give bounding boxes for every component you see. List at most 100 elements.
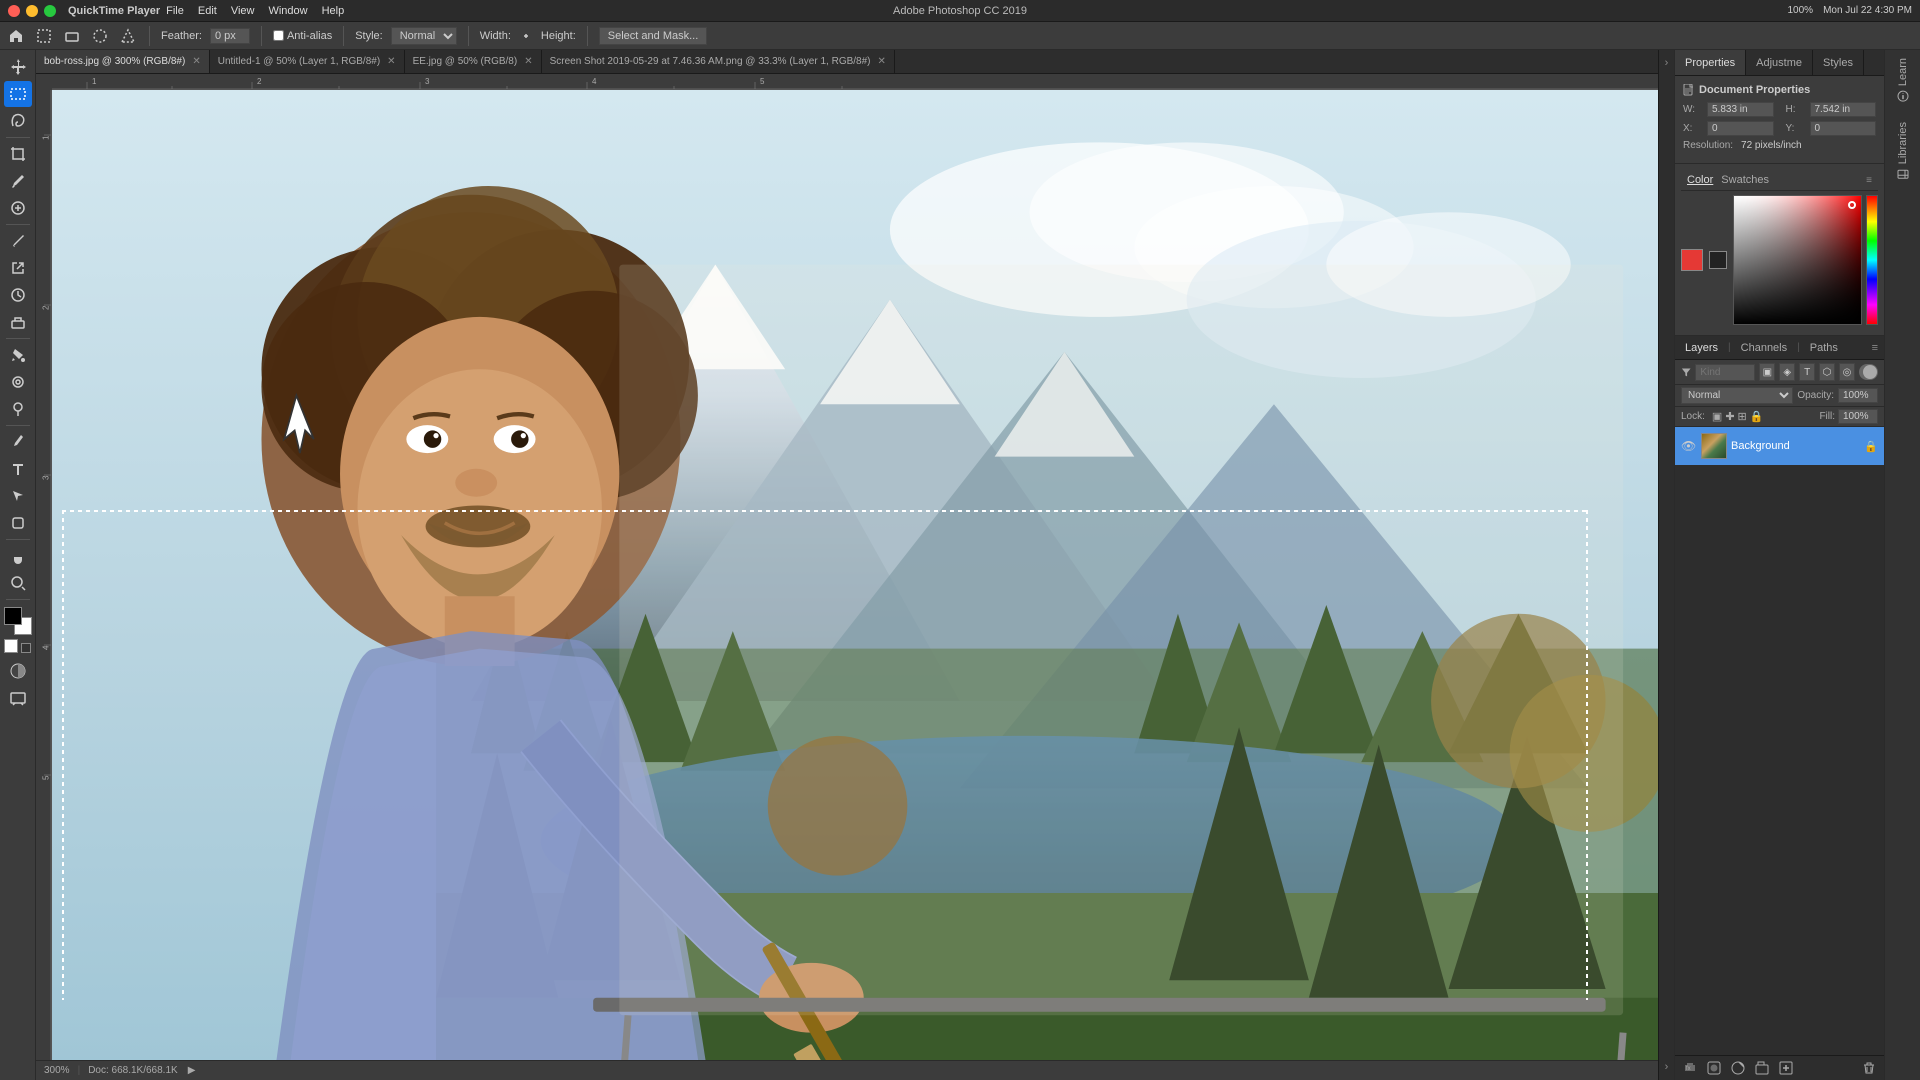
status-arrow[interactable]: ▶ (188, 1065, 196, 1076)
add-group-btn[interactable] (1753, 1059, 1771, 1077)
pixel-filter-btn[interactable]: ▣ (1759, 363, 1775, 381)
history-tool-btn[interactable] (4, 282, 32, 308)
new-layer-btn[interactable] (1777, 1059, 1795, 1077)
h-value[interactable]: 7.542 in (1810, 102, 1877, 117)
tab-close-0[interactable]: ✕ (192, 56, 200, 67)
color-panel-menu[interactable]: ≡ (1866, 175, 1872, 186)
marquee-options-icon[interactable] (34, 26, 54, 46)
screen-mode-btn[interactable] (4, 685, 32, 711)
menu-window[interactable]: Window (268, 5, 307, 17)
marquee-tool-btn[interactable] (4, 81, 32, 107)
tool-option2[interactable] (62, 26, 82, 46)
menu-file[interactable]: File (166, 5, 184, 17)
hand-tool-btn[interactable] (4, 543, 32, 569)
layers-search-input[interactable] (1695, 364, 1755, 381)
paths-tab[interactable]: Paths (1800, 336, 1848, 359)
menu-edit[interactable]: Edit (198, 5, 217, 17)
anti-alias-checkbox[interactable]: Anti-alias (273, 30, 332, 42)
crop-tool-btn[interactable] (4, 141, 32, 167)
blend-mode-select[interactable]: Normal (1681, 387, 1793, 404)
delete-layer-btn[interactable] (1860, 1059, 1878, 1077)
type-tool-btn[interactable] (4, 456, 32, 482)
zoom-tool-btn[interactable] (4, 570, 32, 596)
add-mask-btn[interactable] (1705, 1059, 1723, 1077)
layers-tab[interactable]: Layers (1675, 336, 1728, 359)
close-window-btn[interactable] (8, 5, 20, 17)
learn-panel-btn[interactable]: Learn (1897, 58, 1909, 102)
y-value[interactable]: 0 (1810, 121, 1877, 136)
lock-pixels-btn[interactable]: ▣ (1712, 410, 1722, 423)
libraries-panel-btn[interactable]: Libraries (1897, 122, 1909, 180)
w-value[interactable]: 5.833 in (1707, 102, 1774, 117)
tab-close-1[interactable]: ✕ (387, 56, 395, 67)
opacity-input[interactable] (1838, 388, 1878, 403)
layer-background[interactable]: 👁 Background 🔒 (1675, 427, 1884, 465)
battery-info: 100% (1787, 5, 1813, 16)
tab-untitled[interactable]: Untitled-1 @ 50% (Layer 1, RGB/8#) ✕ (210, 50, 405, 73)
blur-tool-btn[interactable] (4, 369, 32, 395)
paint-bucket-tool-btn[interactable] (4, 342, 32, 368)
color-gradient-picker[interactable] (1733, 195, 1862, 325)
tab-close-3[interactable]: ✕ (878, 56, 886, 67)
add-fx-btn[interactable]: fx (1681, 1059, 1699, 1077)
add-adjustment-btn[interactable] (1729, 1059, 1747, 1077)
styles-tab[interactable]: Styles (1813, 50, 1864, 75)
swatches-tab[interactable]: Swatches (1721, 174, 1769, 186)
shape-tool-btn[interactable] (4, 510, 32, 536)
lock-position-btn[interactable]: ✚ (1725, 410, 1734, 423)
canvas-image[interactable]: @keyframes march { to { background-posit… (52, 90, 1658, 1060)
filter-toggle[interactable] (1859, 364, 1878, 380)
path-select-btn[interactable] (4, 483, 32, 509)
brush-tool-btn[interactable] (4, 228, 32, 254)
layer-visibility-icon[interactable]: 👁 (1681, 439, 1697, 453)
collapse-properties-btn[interactable]: › (1659, 50, 1674, 76)
maximize-window-btn[interactable] (44, 5, 56, 17)
menu-help[interactable]: Help (322, 5, 345, 17)
smart-filter-btn[interactable]: ◎ (1839, 363, 1855, 381)
tab-bob-ross[interactable]: bob-ross.jpg @ 300% (RGB/8#) ✕ (36, 50, 210, 73)
collapse-layers-btn[interactable]: › (1659, 1054, 1674, 1080)
color-tab[interactable]: Color (1687, 174, 1713, 186)
fill-input[interactable] (1838, 409, 1878, 424)
adjust-filter-btn[interactable]: ◈ (1779, 363, 1795, 381)
menu-view[interactable]: View (231, 5, 255, 17)
adjustments-tab[interactable]: Adjustme (1746, 50, 1813, 75)
default-colors-btn[interactable] (4, 639, 18, 653)
type-filter-btn[interactable]: T (1799, 363, 1815, 381)
lock-all-btn[interactable]: 🔒 (1750, 410, 1764, 423)
channels-tab[interactable]: Channels (1731, 336, 1797, 359)
tool-option3[interactable] (90, 26, 110, 46)
quick-mask-btn[interactable] (4, 658, 32, 684)
tab-screenshot[interactable]: Screen Shot 2019-05-29 at 7.46.36 AM.png… (542, 50, 895, 73)
healing-tool-btn[interactable] (4, 195, 32, 221)
feather-value[interactable]: 0 px (210, 28, 250, 44)
x-value[interactable]: 0 (1707, 121, 1774, 136)
color-swatches[interactable] (4, 607, 32, 635)
move-tool-btn[interactable] (4, 54, 32, 80)
foreground-color-swatch[interactable] (4, 607, 22, 625)
pen-tool-btn[interactable] (4, 429, 32, 455)
layers-panel-menu[interactable]: ≡ (1866, 342, 1884, 354)
canvas-container[interactable]: 1 2 3 4 5 (36, 74, 1658, 1060)
minimize-window-btn[interactable] (26, 5, 38, 17)
tab-close-2[interactable]: ✕ (524, 56, 532, 67)
lock-artboards-btn[interactable]: ⊞ (1738, 410, 1747, 423)
dodge-tool-btn[interactable] (4, 396, 32, 422)
eyedropper-tool-btn[interactable] (4, 168, 32, 194)
color-spectrum[interactable] (1866, 195, 1878, 325)
style-select[interactable]: Normal (391, 27, 457, 45)
lasso-tool-btn[interactable] (4, 108, 32, 134)
right-collapse-panel: › › (1658, 50, 1674, 1080)
shape-filter-btn[interactable]: ⬡ (1819, 363, 1835, 381)
tab-label-0: bob-ross.jpg @ 300% (RGB/8#) (44, 56, 185, 67)
select-mask-btn[interactable]: Select and Mask... (599, 27, 708, 45)
eraser-tool-btn[interactable] (4, 309, 32, 335)
tab-ee[interactable]: EE.jpg @ 50% (RGB/8) ✕ (405, 50, 542, 73)
properties-tab[interactable]: Properties (1675, 50, 1746, 75)
swap-colors-btn[interactable] (21, 643, 31, 653)
home-tool-icon[interactable] (6, 26, 26, 46)
tool-option4[interactable] (118, 26, 138, 46)
current-color-bg[interactable] (1709, 251, 1727, 269)
clone-tool-btn[interactable] (4, 255, 32, 281)
current-color-fg[interactable] (1681, 249, 1703, 271)
